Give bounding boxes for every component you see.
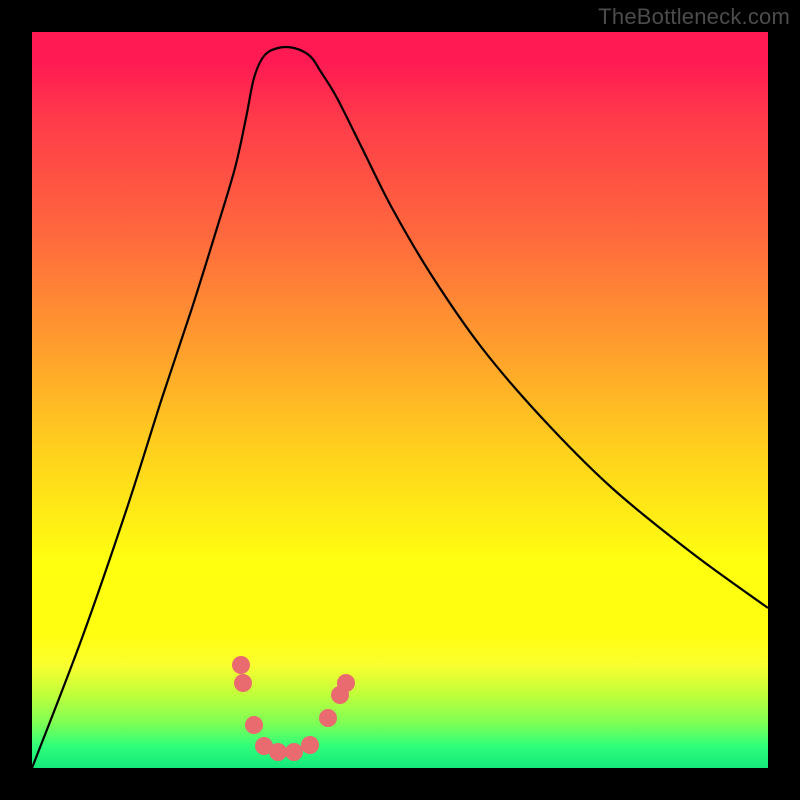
watermark-text: TheBottleneck.com [598, 4, 790, 30]
marker-layer [232, 656, 355, 761]
right-top-dot [337, 674, 355, 692]
left-lower-dot [234, 674, 252, 692]
curve-layer [32, 32, 768, 768]
bottleneck-curve [32, 47, 768, 768]
chart-frame: TheBottleneck.com [0, 0, 800, 800]
bottom-dot-3 [285, 743, 303, 761]
right-near-dot [319, 709, 337, 727]
plot-area [32, 32, 768, 768]
left-near-dot [245, 716, 263, 734]
left-upper-dot [232, 656, 250, 674]
bottom-dot-2 [269, 743, 287, 761]
bottom-dot-4 [301, 736, 319, 754]
